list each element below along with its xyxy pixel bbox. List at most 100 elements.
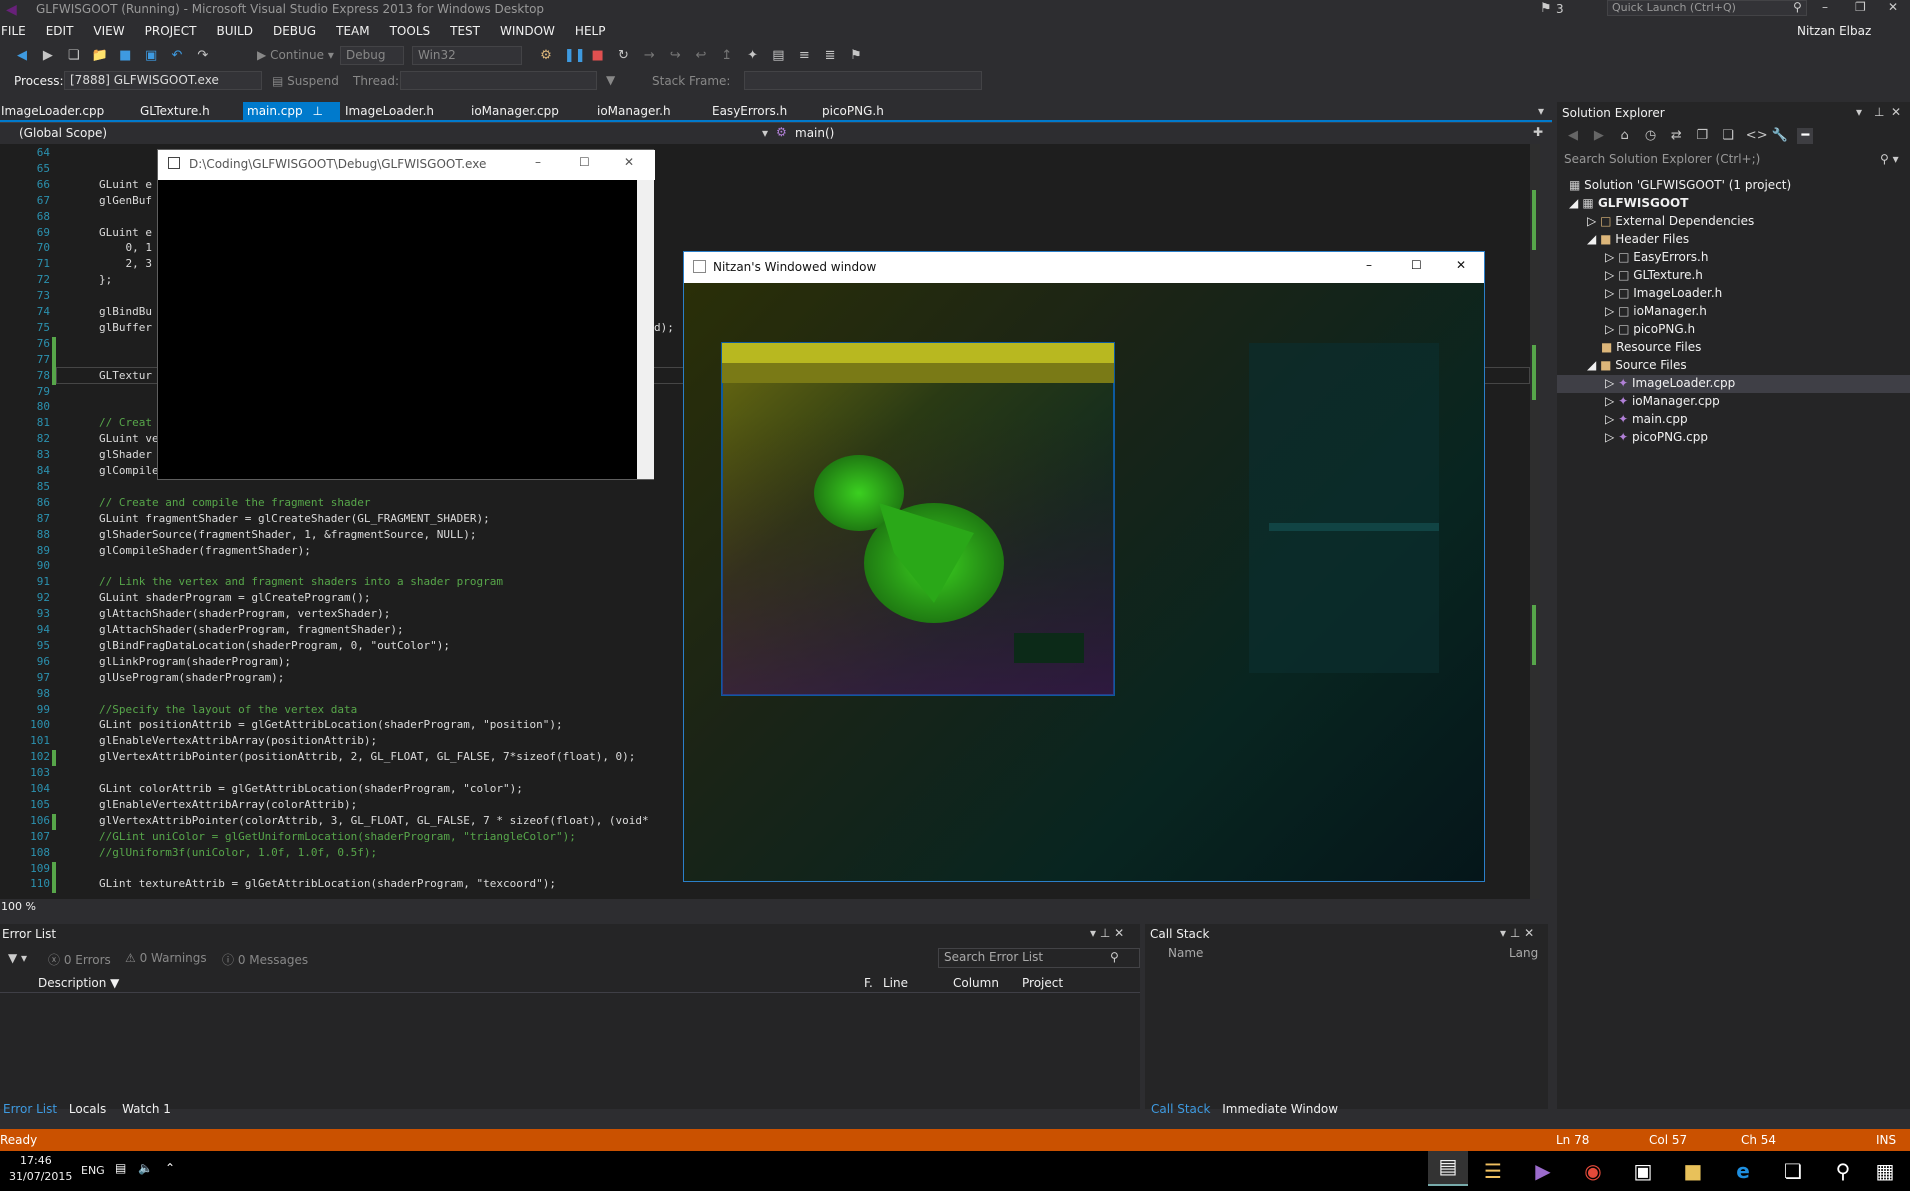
taskbar-explorer-icon[interactable]: ■ — [1678, 1156, 1708, 1186]
search-icon[interactable]: ⚲ — [1828, 1156, 1858, 1186]
code-line[interactable]: GLuint shaderProgram = glCreateProgram()… — [99, 591, 371, 604]
tray-chevron-icon[interactable]: ⌃ — [165, 1161, 175, 1175]
split-icon[interactable]: ✚ — [1533, 125, 1543, 139]
tab-easyerrors-h[interactable]: EasyErrors.h — [712, 102, 787, 121]
menu-tools[interactable]: TOOLS — [390, 24, 431, 38]
view-code-icon[interactable]: <> — [1746, 128, 1768, 144]
language-indicator[interactable]: ENG — [81, 1164, 105, 1177]
gl-maximize-button[interactable]: ☐ — [1411, 258, 1422, 272]
sync-icon[interactable]: ⇄ — [1668, 128, 1684, 144]
expanded-arrow-icon[interactable]: ◢ — [1587, 232, 1596, 246]
warnings-toggle[interactable]: ⚠ 0 Warnings — [125, 951, 207, 965]
col-project[interactable]: Project — [1022, 976, 1063, 990]
code-line[interactable]: glUseProgram(shaderProgram); — [99, 671, 284, 684]
restart-icon[interactable]: ↻ — [615, 48, 631, 64]
restore-button[interactable]: ❐ — [1855, 0, 1866, 14]
hex-icon[interactable]: ✦ — [745, 48, 761, 64]
code-line[interactable]: // Create and compile the fragment shade… — [99, 496, 371, 509]
tab-error-list[interactable]: Error List — [3, 1102, 57, 1116]
code-line[interactable]: 0, 1 — [99, 241, 152, 254]
history-icon[interactable]: ◷ — [1642, 128, 1658, 144]
tab-call-stack[interactable]: Call Stack — [1151, 1102, 1210, 1116]
taskbar-paint-icon[interactable]: ☰ — [1478, 1156, 1508, 1186]
taskbar-chrome-icon[interactable]: ◉ — [1578, 1156, 1608, 1186]
stop-icon[interactable]: ■ — [590, 48, 606, 64]
volume-icon[interactable]: 🔈 — [138, 1161, 153, 1175]
code-line[interactable]: glBindBu — [99, 305, 152, 318]
tree-file-iomanager-h[interactable]: ▷ □ ioManager.h — [1605, 304, 1707, 318]
col-line[interactable]: Line — [883, 976, 908, 990]
open-icon[interactable]: 📁 — [91, 48, 107, 64]
menu-help[interactable]: HELP — [575, 24, 606, 38]
collapsed-arrow-icon[interactable]: ▷ — [1605, 322, 1614, 336]
bookmark-icon[interactable]: ⚑ — [848, 48, 864, 64]
horizontal-scrollbar[interactable] — [60, 901, 1530, 913]
collapsed-arrow-icon[interactable]: ▷ — [1605, 430, 1614, 444]
show-next-statement-icon[interactable]: → — [641, 48, 657, 64]
tree-file-imageloader-h[interactable]: ▷ □ ImageLoader.h — [1605, 286, 1722, 300]
console-maximize-button[interactable]: ☐ — [579, 155, 590, 169]
show-all-icon[interactable]: ❏ — [1720, 128, 1736, 144]
gl-minimize-button[interactable]: – — [1366, 258, 1372, 272]
tree-file-picopng-cpp[interactable]: ▷ ✦ picoPNG.cpp — [1605, 430, 1708, 444]
pin-icon[interactable]: ⊥ — [312, 104, 322, 118]
flag-thread-icon[interactable]: ▼ — [606, 73, 615, 87]
col-lang[interactable]: Lang — [1509, 946, 1538, 960]
comment-icon[interactable]: ≡ — [796, 48, 812, 64]
error-search-icon[interactable]: ⚲ — [1110, 950, 1119, 964]
code-line[interactable]: // Creat — [99, 416, 152, 429]
code-line[interactable]: glCompileShader(fragmentShader); — [99, 544, 311, 557]
user-name[interactable]: Nitzan Elbaz — [1797, 24, 1871, 38]
col-description[interactable]: Description ▼ — [38, 976, 119, 990]
step-into-icon[interactable]: ↪ — [667, 48, 683, 64]
tree-project[interactable]: ◢ ▦ GLFWISGOOT — [1569, 196, 1688, 210]
taskbar-edge-icon[interactable]: e — [1728, 1156, 1758, 1186]
tab-main-cpp[interactable]: main.cpp ⊥ ✕ — [243, 102, 340, 132]
tab-immediate-window[interactable]: Immediate Window — [1222, 1102, 1338, 1116]
menu-window[interactable]: WINDOW — [500, 24, 555, 38]
tree-resource-files[interactable]: ■ Resource Files — [1601, 340, 1701, 354]
expanded-arrow-icon[interactable]: ◢ — [1587, 358, 1596, 372]
code-line[interactable]: //Specify the layout of the vertex data — [99, 703, 357, 716]
code-line[interactable]: // Link the vertex and fragment shaders … — [99, 575, 503, 588]
console-scrollbar[interactable] — [637, 180, 654, 479]
back-icon[interactable]: ◀ — [14, 48, 30, 64]
zoom-level[interactable]: 100 % — [1, 900, 36, 913]
quick-launch-search-icon[interactable]: ⚲ — [1793, 0, 1802, 14]
step-over-icon[interactable]: ↩ — [693, 48, 709, 64]
tab-overflow-icon[interactable]: ▾ — [1538, 104, 1544, 118]
solution-search-icon[interactable]: ⚲ ▾ — [1880, 152, 1899, 166]
tab-imageloader-cpp[interactable]: ImageLoader.cpp — [1, 102, 104, 121]
pause-icon[interactable]: ❚❚ — [564, 48, 586, 64]
thread-select[interactable] — [400, 71, 597, 90]
uncomment-icon[interactable]: ≣ — [822, 48, 838, 64]
taskbar-visual-studio-icon[interactable]: ▶ — [1528, 1156, 1558, 1186]
properties-icon[interactable]: 🔧 — [1772, 128, 1788, 144]
code-line[interactable]: //glUniform3f(uniColor, 1.0f, 1.0f, 0.5f… — [99, 846, 377, 859]
tree-file-easyerrors-h[interactable]: ▷ □ EasyErrors.h — [1605, 250, 1708, 264]
tab-iomanager-cpp[interactable]: ioManager.cpp — [471, 102, 559, 121]
taskbar-active-app-icon[interactable]: ▤ — [1428, 1151, 1468, 1186]
collapsed-arrow-icon[interactable]: ▷ — [1605, 376, 1614, 390]
expanded-arrow-icon[interactable]: ◢ — [1569, 196, 1578, 210]
notification-flag-icon[interactable]: ⚑ — [1540, 1, 1552, 16]
menu-test[interactable]: TEST — [450, 24, 480, 38]
gl-close-button[interactable]: ✕ — [1456, 258, 1466, 272]
menu-project[interactable]: PROJECT — [145, 24, 197, 38]
new-project-icon[interactable]: ❏ — [66, 48, 82, 64]
collapsed-arrow-icon[interactable]: ▷ — [1605, 286, 1614, 300]
code-line[interactable]: GLuint fragmentShader = glCreateShader(G… — [99, 512, 490, 525]
tree-file-iomanager-cpp[interactable]: ▷ ✦ ioManager.cpp — [1605, 394, 1720, 408]
tree-file-main-cpp[interactable]: ▷ ✦ main.cpp — [1605, 412, 1688, 426]
suspend-button[interactable]: ▤ Suspend — [272, 74, 339, 88]
tab-locals[interactable]: Locals — [69, 1102, 106, 1116]
code-line[interactable]: 2, 3 — [99, 257, 152, 270]
collapsed-arrow-icon[interactable]: ▷ — [1605, 250, 1614, 264]
process-select[interactable]: [7888] GLFWISGOOT.exe — [64, 71, 262, 90]
collapse-all-icon[interactable]: ❐ — [1694, 128, 1710, 144]
tree-solution[interactable]: ▦ Solution 'GLFWISGOOT' (1 project) — [1569, 178, 1791, 192]
undo-icon[interactable]: ↶ — [169, 48, 185, 64]
panel-options-icon[interactable]: ▾ — [1856, 105, 1862, 119]
collapsed-arrow-icon[interactable]: ▷ — [1587, 214, 1596, 228]
code-line[interactable]: GLint colorAttrib = glGetAttribLocation(… — [99, 782, 523, 795]
